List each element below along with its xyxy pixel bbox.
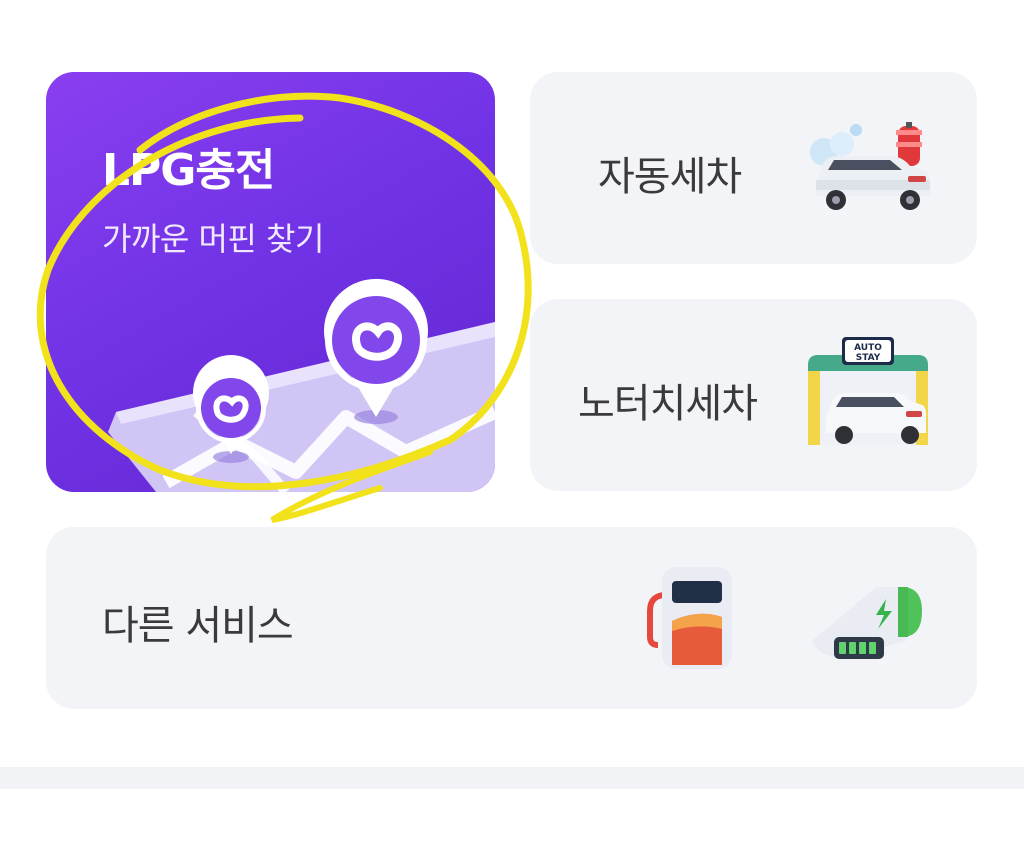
- ev-charger-icon: [812, 587, 922, 659]
- auto-car-wash-card[interactable]: 자동세차: [530, 72, 977, 264]
- no-touch-car-wash-label: 노터치세차: [578, 381, 758, 427]
- auto-stay-sign-line2: STAY: [856, 353, 881, 363]
- lpg-card-title: LPG충전: [102, 145, 275, 196]
- auto-stay-sign-line1: AUTO: [854, 343, 882, 353]
- section-divider: [0, 767, 1024, 789]
- auto-car-wash-label: 자동세차: [598, 154, 742, 200]
- car-wash-icon: [810, 122, 930, 210]
- no-touch-car-wash-card[interactable]: 노터치세차 AUTO STAY: [530, 299, 977, 491]
- lpg-charging-card[interactable]: LPG충전 가까운 머핀 찾기: [46, 72, 495, 492]
- fuel-pump-icon: [647, 567, 732, 669]
- other-services-label: 다른 서비스: [102, 603, 294, 649]
- lpg-card-subtitle: 가까운 머핀 찾기: [102, 220, 324, 258]
- auto-stay-wash-icon: AUTO STAY: [808, 337, 928, 445]
- other-services-card[interactable]: 다른 서비스: [46, 527, 977, 709]
